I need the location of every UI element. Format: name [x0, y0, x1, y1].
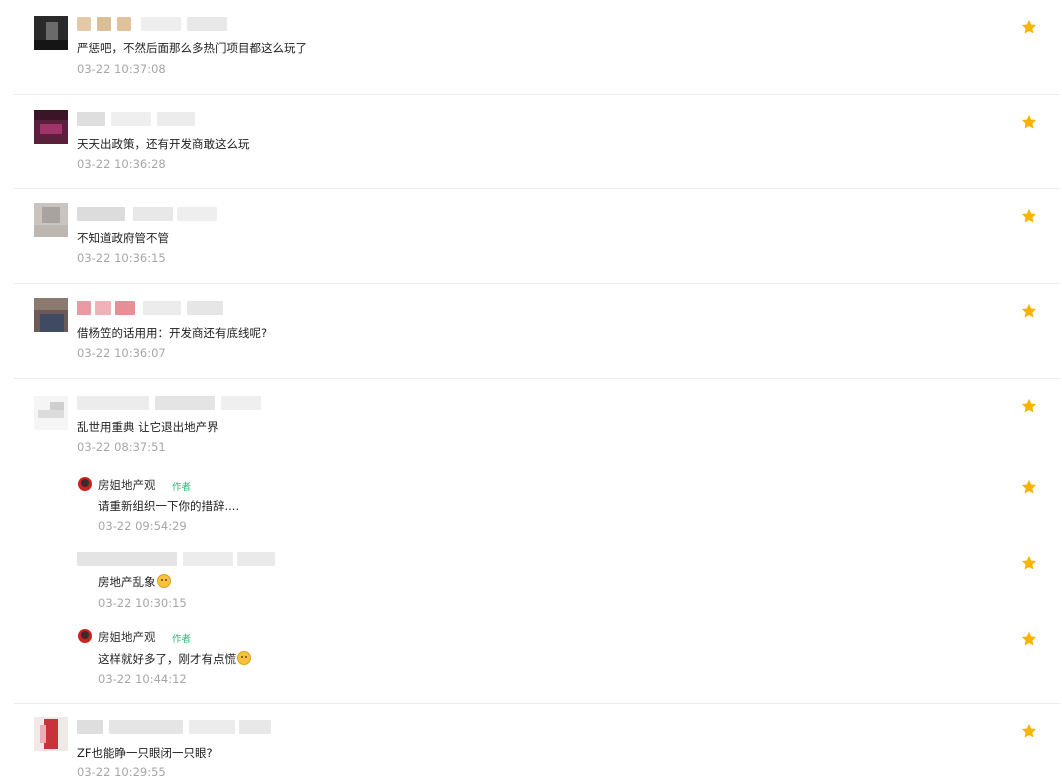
author-avatar[interactable]: [78, 629, 92, 643]
comment-timestamp: 03-22 08:37:51: [77, 440, 166, 454]
comment-timestamp: 03-22 10:36:28: [77, 157, 166, 171]
divider: [14, 378, 1060, 379]
avatar[interactable]: [34, 717, 68, 751]
star-icon[interactable]: [1020, 18, 1038, 36]
divider: [14, 94, 1060, 95]
blurred-username[interactable]: [77, 207, 217, 221]
reply-text: 房地产乱象: [98, 574, 171, 590]
blurred-username[interactable]: [77, 301, 227, 315]
reply-text-content: 房地产乱象: [98, 575, 156, 589]
comment-text: 天天出政策，还有开发商敢这么玩: [77, 137, 250, 151]
star-icon[interactable]: [1020, 630, 1038, 648]
star-icon[interactable]: [1020, 554, 1038, 572]
comment-text: 乱世用重典 让它退出地产界: [77, 420, 219, 434]
star-icon[interactable]: [1020, 302, 1038, 320]
divider: [14, 283, 1060, 284]
star-icon[interactable]: [1020, 722, 1038, 740]
comment-text: 不知道政府管不管: [77, 231, 169, 245]
comment-timestamp: 03-22 10:36:15: [77, 251, 166, 265]
smiling-face-emoji: [156, 574, 171, 588]
reply-timestamp: 03-22 10:44:12: [98, 672, 187, 686]
star-icon[interactable]: [1020, 397, 1038, 415]
author-badge: 作者: [172, 482, 192, 493]
blurred-username[interactable]: [77, 17, 227, 31]
blurred-username[interactable]: [77, 552, 277, 566]
reply-author-name[interactable]: 房姐地产观: [98, 629, 156, 645]
author-avatar[interactable]: [78, 477, 92, 491]
blurred-username[interactable]: [77, 720, 272, 734]
reply-text: 请重新组织一下你的措辞....: [98, 499, 240, 513]
reply-timestamp: 03-22 09:54:29: [98, 519, 187, 533]
comment-list: 严惩吧，不然后面那么多热门项目都这么玩了 03-22 10:37:08 天天出政…: [0, 0, 1062, 781]
divider: [14, 188, 1060, 189]
reply-author-name[interactable]: 房姐地产观: [98, 477, 156, 493]
star-icon[interactable]: [1020, 207, 1038, 225]
avatar[interactable]: [34, 16, 68, 50]
avatar[interactable]: [34, 203, 68, 237]
smiling-face-emoji: [237, 651, 251, 665]
reply-timestamp: 03-22 10:30:15: [98, 596, 187, 610]
star-icon[interactable]: [1020, 478, 1038, 496]
avatar[interactable]: [34, 110, 68, 144]
comment-timestamp: 03-22 10:36:07: [77, 346, 166, 360]
comment-text: ZF也能睁一只眼闭一只眼?: [77, 746, 213, 760]
comment-timestamp: 03-22 10:29:55: [77, 765, 166, 779]
divider: [14, 703, 1060, 704]
comment-text: 借杨笠的话用用：开发商还有底线呢?: [77, 326, 268, 340]
reply-text-content: 这样就好多了，刚才有点慌: [98, 652, 236, 666]
blurred-username[interactable]: [77, 396, 262, 410]
reply-text: 这样就好多了，刚才有点慌: [98, 651, 251, 667]
blurred-username[interactable]: [77, 112, 197, 126]
comment-timestamp: 03-22 10:37:08: [77, 62, 166, 76]
author-badge: 作者: [172, 634, 192, 645]
star-icon[interactable]: [1020, 113, 1038, 131]
avatar[interactable]: [34, 298, 68, 332]
avatar[interactable]: [34, 396, 68, 430]
comment-text: 严惩吧，不然后面那么多热门项目都这么玩了: [77, 41, 307, 55]
